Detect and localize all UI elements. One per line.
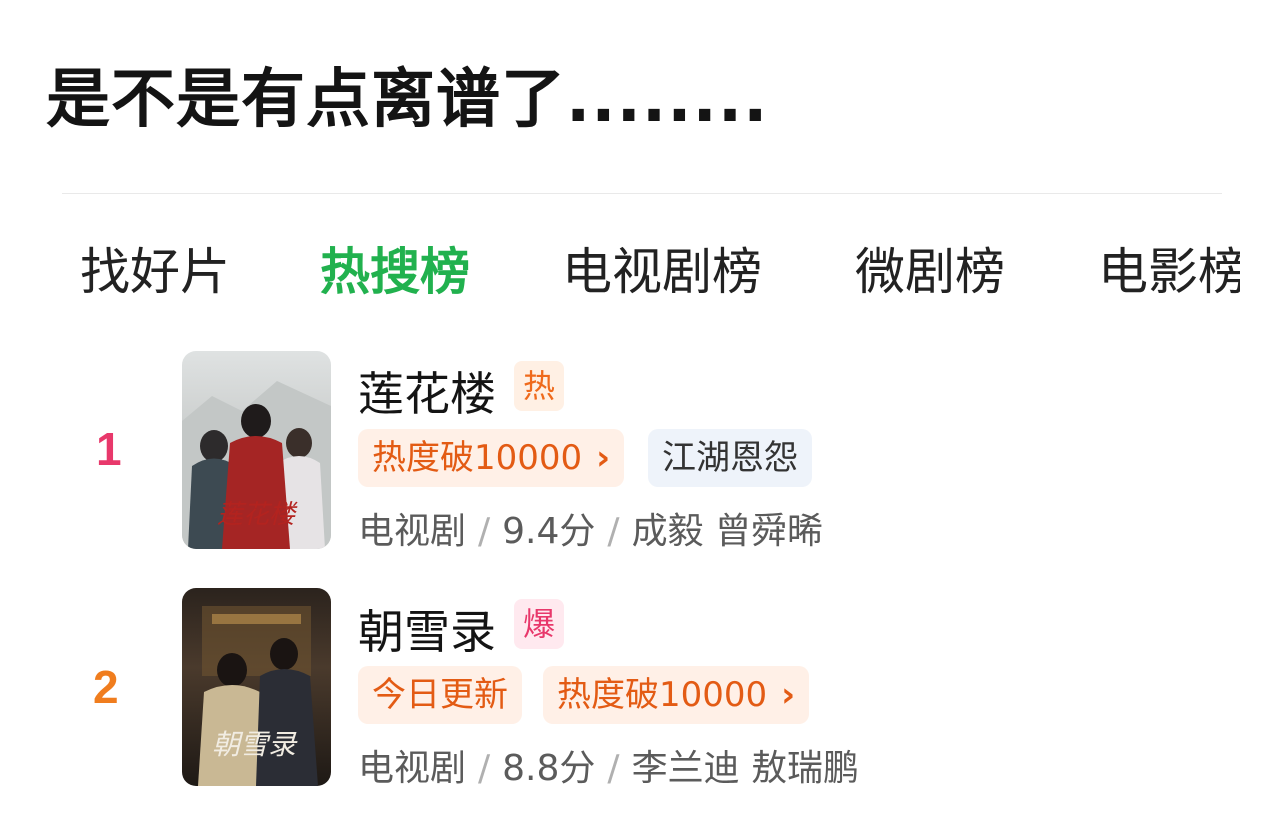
- heat-chip-label: 热度破10000: [372, 438, 583, 478]
- meta-type: 电视剧: [358, 748, 467, 789]
- meta-type: 电视剧: [358, 511, 467, 552]
- tab-movie[interactable]: 电影榜: [1098, 232, 1248, 304]
- tab-hot-search[interactable]: 热搜榜: [320, 232, 470, 304]
- poster-title: 莲花楼: [217, 500, 298, 530]
- meta-score: 8.8分: [502, 748, 596, 789]
- tab-overflow-fade: [1240, 228, 1284, 308]
- drama-meta: 电视剧 / 8.8分 / 李兰迪 敖瑞鹏: [358, 739, 859, 791]
- heat-chip[interactable]: 热度破10000 ›: [543, 666, 810, 724]
- meta-separator: /: [478, 748, 491, 789]
- divider: [62, 193, 1222, 194]
- tab-tv-drama[interactable]: 电视剧榜: [562, 232, 762, 304]
- drama-meta: 电视剧 / 9.4分 / 成毅 曾舜晞: [358, 502, 823, 554]
- meta-separator: /: [478, 511, 491, 552]
- rank-number: 1: [96, 423, 122, 475]
- heat-chip[interactable]: 热度破10000 ›: [358, 429, 625, 487]
- poster-zhaoxuelu[interactable]: 朝雪录: [182, 588, 331, 786]
- meta-cast: 成毅 曾舜晞: [631, 511, 824, 552]
- explosive-badge: 爆: [514, 599, 564, 649]
- meta-separator: /: [607, 511, 620, 552]
- tab-micro-drama[interactable]: 微剧榜: [855, 232, 1005, 304]
- drama-title[interactable]: 朝雪录: [358, 596, 496, 662]
- meta-score: 9.4分: [502, 511, 596, 552]
- hot-badge: 热: [514, 361, 564, 411]
- rank-number: 2: [93, 661, 119, 713]
- drama-title[interactable]: 莲花楼: [358, 358, 496, 424]
- ranking-tabs: 找好片 热搜榜 电视剧榜 微剧榜 电影榜: [0, 232, 1284, 304]
- tab-find-good-shows[interactable]: 找好片: [80, 232, 230, 304]
- poster-lianhualou[interactable]: 莲花楼: [182, 351, 331, 549]
- post-title: 是不是有点离谱了........: [46, 63, 769, 137]
- heat-chip-label: 热度破10000: [557, 675, 768, 715]
- chevron-right-icon: ›: [781, 675, 796, 715]
- chevron-right-icon: ›: [596, 438, 611, 478]
- meta-cast: 李兰迪 敖瑞鹏: [631, 748, 860, 789]
- meta-separator: /: [607, 748, 620, 789]
- update-chip[interactable]: 今日更新: [358, 666, 522, 724]
- genre-chip[interactable]: 江湖恩怨: [648, 429, 812, 487]
- poster-title: 朝雪录: [212, 728, 298, 761]
